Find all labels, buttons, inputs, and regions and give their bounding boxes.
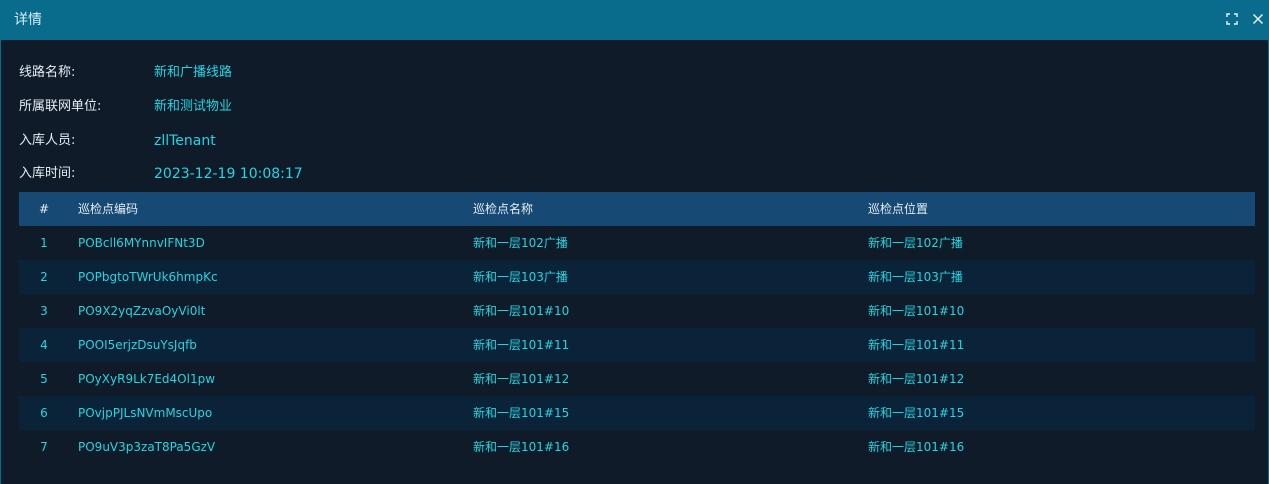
row-index: 5 bbox=[40, 372, 48, 386]
table-row[interactable]: 2 POPbgtoTWrUk6hmpKc 新和一层103广播 新和一层103广播 bbox=[19, 260, 1255, 294]
row-code: POyXyR9Lk7Ed4Ol1pw bbox=[78, 372, 216, 386]
row-name: 新和一层101#11 bbox=[473, 338, 570, 352]
row-code: PO9X2yqZzvaOyVi0lt bbox=[78, 304, 206, 318]
time-label: 入库时间: bbox=[19, 166, 76, 181]
row-code: POPbgtoTWrUk6hmpKc bbox=[78, 270, 218, 284]
table-row[interactable]: 7 PO9uV3p3zaT8Pa5GzV 新和一层101#16 新和一层101#16 bbox=[19, 430, 1255, 464]
row-name: 新和一层103广播 bbox=[473, 270, 568, 284]
unit-value: 新和测试物业 bbox=[154, 99, 233, 114]
row-index: 7 bbox=[40, 440, 48, 454]
row-index: 3 bbox=[40, 304, 48, 318]
header-index: # bbox=[38, 202, 50, 216]
table-row[interactable]: 3 PO9X2yqZzvaOyVi0lt 新和一层101#10 新和一层101#10 bbox=[19, 294, 1255, 328]
fullscreen-icon[interactable] bbox=[1224, 11, 1240, 27]
unit-label: 所属联网单位: bbox=[19, 99, 102, 114]
row-index: 6 bbox=[40, 406, 48, 420]
route-name-label: 线路名称: bbox=[19, 65, 76, 80]
dialog-title: 详情 bbox=[14, 12, 42, 28]
row-name: 新和一层101#15 bbox=[473, 406, 570, 420]
detail-dialog: 详情 线路名称: 新和广播线路 所属联网单位: 新和测试物业 入库人员: zll… bbox=[0, 0, 1269, 484]
staff-label: 入库人员: bbox=[19, 133, 76, 148]
row-position: 新和一层103广播 bbox=[868, 270, 963, 284]
row-code: PO9uV3p3zaT8Pa5GzV bbox=[78, 440, 216, 454]
close-icon[interactable] bbox=[1250, 11, 1266, 27]
row-position: 新和一层101#11 bbox=[868, 338, 965, 352]
table-body: 1 POBcll6MYnnvIFNt3D 新和一层102广播 新和一层102广播 2 PO… bbox=[19, 226, 1255, 464]
header-code: 巡检点编码 bbox=[78, 202, 139, 216]
row-index: 1 bbox=[40, 236, 48, 250]
time-value: 2023-12-19 10:08:17 bbox=[154, 166, 303, 182]
row-name: 新和一层101#12 bbox=[473, 372, 570, 386]
row-code: POvjpPJLsNVmMscUpo bbox=[78, 406, 213, 420]
row-code: POOI5erjzDsuYsJqfb bbox=[78, 338, 197, 352]
table-row[interactable]: 1 POBcll6MYnnvIFNt3D 新和一层102广播 新和一层102广播 bbox=[19, 226, 1255, 260]
staff-value: zllTenant bbox=[154, 133, 216, 149]
row-index: 4 bbox=[40, 338, 48, 352]
row-position: 新和一层101#12 bbox=[868, 372, 965, 386]
row-position: 新和一层101#15 bbox=[868, 406, 965, 420]
table-row[interactable]: 5 POyXyR9Lk7Ed4Ol1pw 新和一层101#12 新和一层101#12 bbox=[19, 362, 1255, 396]
header-position: 巡检点位置 bbox=[868, 202, 929, 216]
table-row[interactable]: 4 POOI5erjzDsuYsJqfb 新和一层101#11 新和一层101#11 bbox=[19, 328, 1255, 362]
table-header: # 巡检点编码 巡检点名称 巡检点位置 bbox=[19, 192, 1255, 226]
row-position: 新和一层101#10 bbox=[868, 304, 965, 318]
row-name: 新和一层102广播 bbox=[473, 236, 568, 250]
row-position: 新和一层102广播 bbox=[868, 236, 963, 250]
row-position: 新和一层101#16 bbox=[868, 440, 965, 454]
row-index: 2 bbox=[40, 270, 48, 284]
row-name: 新和一层101#10 bbox=[473, 304, 570, 318]
header-name: 巡检点名称 bbox=[473, 202, 534, 216]
row-name: 新和一层101#16 bbox=[473, 440, 570, 454]
route-name-value: 新和广播线路 bbox=[154, 65, 233, 80]
dialog-titlebar: 详情 bbox=[1, 0, 1269, 40]
inspection-points-table: # 巡检点编码 巡检点名称 巡检点位置 1 POBcll6MYnnvIFNt3D 新… bbox=[19, 192, 1255, 464]
table-row[interactable]: 6 POvjpPJLsNVmMscUpo 新和一层101#15 新和一层101#15 bbox=[19, 396, 1255, 430]
row-code: POBcll6MYnnvIFNt3D bbox=[78, 236, 205, 250]
